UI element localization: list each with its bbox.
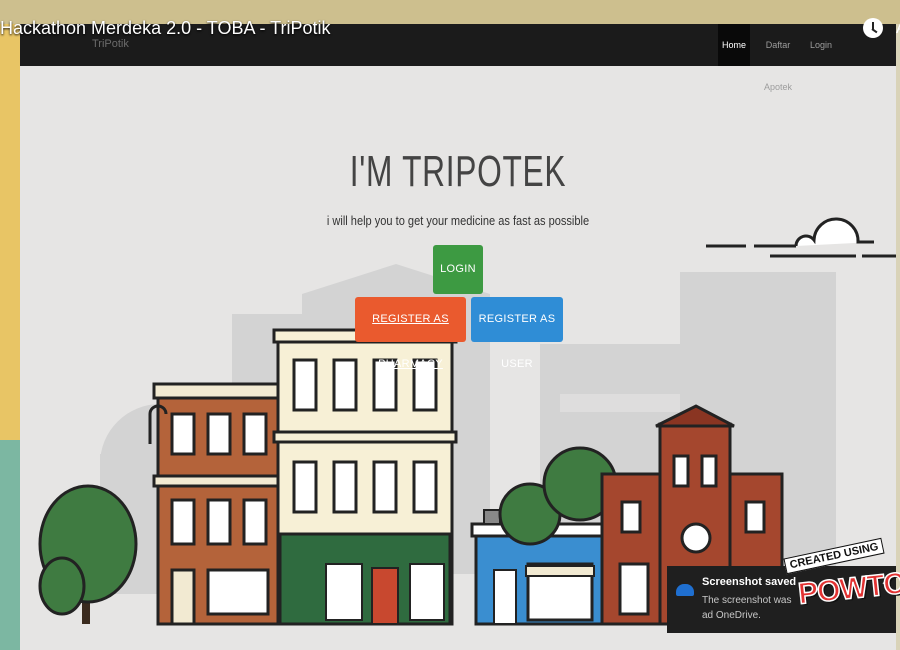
navbar-brand[interactable]: TriPotik [92, 38, 129, 50]
watch-later-label[interactable]: A [896, 20, 900, 38]
login-button[interactable]: LOGIN [433, 245, 483, 294]
hero-title: I'M TRIPOTEK [349, 147, 567, 196]
powtoon-watermark: CREATED USING POWTOON [780, 537, 900, 622]
register-user-button[interactable]: REGISTER AS USER [471, 297, 563, 370]
nav-daftar-apotek[interactable]: Daftar Apotek [758, 24, 798, 92]
register-pharmacy-button[interactable]: REGISTER AS PHARMACY [355, 297, 466, 370]
nav-login[interactable]: Login [808, 24, 834, 66]
onedrive-icon [676, 584, 694, 596]
video-frame-left-bottom [0, 440, 20, 650]
website-viewport: TriPotik Home Daftar Apotek Login I'M TR… [20, 24, 896, 650]
nav-home[interactable]: Home [718, 24, 750, 66]
powtoon-logo: POWTOON [796, 561, 900, 611]
hero-subtitle: i will help you to get your medicine as … [326, 213, 590, 228]
clock-icon[interactable] [863, 18, 883, 38]
watermark-created-using: CREATED USING [783, 537, 885, 575]
video-title[interactable]: Hackathon Merdeka 2.0 - TOBA - TriPotik [0, 18, 330, 39]
